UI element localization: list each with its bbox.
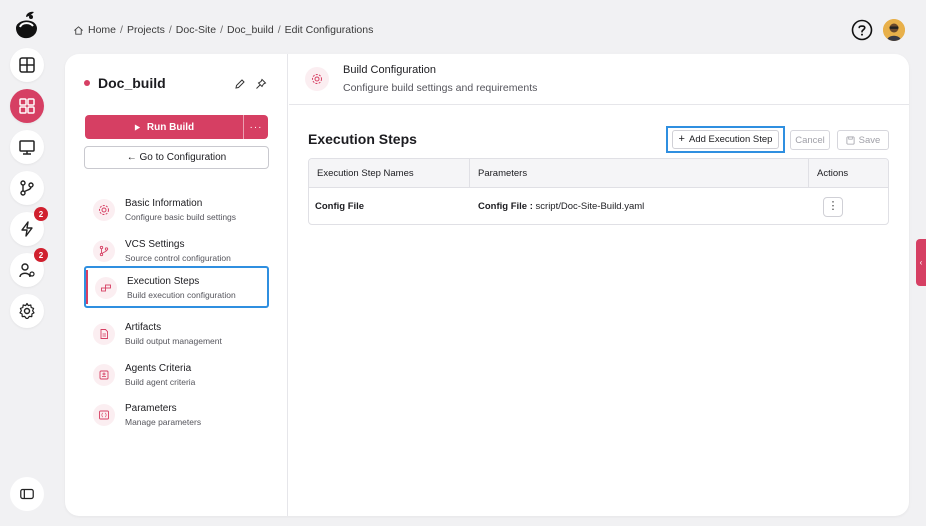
sidebar-item-title: Artifacts xyxy=(125,322,162,333)
breadcrumb-projects[interactable]: Projects xyxy=(127,24,165,36)
sidebar-item-title: Basic Information xyxy=(125,198,203,209)
breadcrumb-separator: / xyxy=(168,24,172,36)
row-actions-menu-icon[interactable]: ⋮ xyxy=(823,196,843,217)
page-header: Build Configuration Configure build sett… xyxy=(289,54,909,105)
left-rail: 2 2 xyxy=(0,0,54,526)
section-title: Execution Steps xyxy=(308,131,417,147)
document-icon xyxy=(93,323,115,345)
sidebar-item-subtitle: Source control configuration xyxy=(125,253,231,263)
breadcrumb-project[interactable]: Doc-Site xyxy=(176,24,216,36)
column-header-actions: Actions xyxy=(817,167,849,179)
save-icon xyxy=(846,135,855,145)
actions-cell: ⋮ xyxy=(809,188,888,224)
sidebar-item-basic-information[interactable]: Basic Information Configure basic build s… xyxy=(85,189,269,231)
configuration-card: Doc_build Run Build ··· ← Go to Configur… xyxy=(65,54,909,516)
cancel-button[interactable]: Cancel xyxy=(790,130,830,150)
breadcrumb: Home / Projects / Doc-Site / Doc_build /… xyxy=(73,24,373,36)
breadcrumb-home[interactable]: Home xyxy=(88,24,116,36)
user-settings-icon[interactable]: 2 xyxy=(10,248,48,287)
sidebar-item-subtitle: Build agent criteria xyxy=(125,377,196,387)
build-name: Doc_build xyxy=(98,75,166,91)
git-branch-icon xyxy=(93,240,115,262)
breadcrumb-separator: / xyxy=(277,24,281,36)
lightning-icon[interactable]: 2 xyxy=(10,207,48,246)
table-row: Config File Config File : script/Doc-Sit… xyxy=(309,188,888,224)
sidebar-item-subtitle: Build output management xyxy=(125,336,222,346)
breadcrumb-current: Edit Configurations xyxy=(284,24,374,36)
git-branch-icon[interactable] xyxy=(10,171,44,205)
gear-icon[interactable] xyxy=(10,294,44,328)
table-header: Execution Step Names Parameters Actions xyxy=(309,159,888,188)
add-execution-step-label: Add Execution Step xyxy=(688,134,773,145)
page-title: Build Configuration xyxy=(343,64,436,76)
page-subtitle: Configure build settings and requirement… xyxy=(343,82,538,94)
breadcrumb-separator: / xyxy=(120,24,123,36)
monitor-icon[interactable] xyxy=(10,130,44,164)
dashboard-icon[interactable] xyxy=(10,48,44,82)
save-button[interactable]: Save xyxy=(837,130,889,150)
sidebar-item-subtitle: Manage parameters xyxy=(125,417,202,427)
breadcrumb-build[interactable]: Doc_build xyxy=(227,24,274,36)
plus-icon: + xyxy=(678,133,685,145)
run-build-group: Run Build ··· xyxy=(85,115,268,139)
agent-icon xyxy=(93,364,115,386)
status-dot xyxy=(84,80,90,86)
column-header-step-names: Execution Step Names xyxy=(309,159,470,187)
configuration-sidebar: Doc_build Run Build ··· ← Go to Configur… xyxy=(65,54,288,516)
run-options-button[interactable]: ··· xyxy=(244,115,268,139)
sidebar-item-parameters[interactable]: Parameters Manage parameters xyxy=(85,394,269,436)
go-to-configuration-button[interactable]: ← Go to Configuration xyxy=(84,146,269,169)
projects-grid-icon[interactable] xyxy=(10,89,44,123)
avatar[interactable] xyxy=(883,19,905,41)
users-badge: 2 xyxy=(34,248,48,262)
play-icon xyxy=(134,123,141,131)
sidebar-item-subtitle: Configure basic build settings xyxy=(125,212,237,222)
sidebar-item-subtitle: Build execution configuration xyxy=(127,290,236,300)
breadcrumb-separator: / xyxy=(220,24,223,36)
sidebar-item-title: Execution Steps xyxy=(127,276,200,287)
help-icon[interactable] xyxy=(851,19,873,41)
sidebar-toggle-icon[interactable] xyxy=(10,477,44,511)
parameter-value: script/Doc-Site-Build.yaml xyxy=(535,201,645,212)
column-header-parameters: Parameters xyxy=(470,159,809,187)
parameters-cell: Config File : script/Doc-Site-Build.yaml xyxy=(470,188,809,224)
steps-icon xyxy=(95,277,117,299)
gear-icon xyxy=(93,199,115,221)
save-label: Save xyxy=(858,134,881,146)
run-build-button[interactable]: Run Build xyxy=(85,115,244,139)
braces-icon xyxy=(93,404,115,426)
sidebar-item-title: VCS Settings xyxy=(125,239,185,250)
parameter-key: Config File : xyxy=(478,201,533,212)
app-logo-icon[interactable] xyxy=(10,8,42,42)
sidebar-item-title: Agents Criteria xyxy=(125,363,192,374)
run-build-label: Run Build xyxy=(146,121,195,133)
chevron-left-icon[interactable]: ‹ xyxy=(916,239,926,286)
sidebar-item-title: Parameters xyxy=(125,403,177,414)
sidebar-item-artifacts[interactable]: Artifacts Build output management xyxy=(85,313,269,355)
sidebar-item-agents-criteria[interactable]: Agents Criteria Build agent criteria xyxy=(85,354,269,396)
edit-pencil-icon[interactable] xyxy=(234,77,246,89)
home-icon xyxy=(74,25,83,35)
step-name-cell: Config File xyxy=(315,201,365,212)
pin-icon[interactable] xyxy=(255,77,267,89)
gear-icon xyxy=(305,67,329,91)
sidebar-item-execution-steps[interactable]: Execution Steps Build execution configura… xyxy=(84,266,269,308)
execution-steps-table: Execution Step Names Parameters Actions … xyxy=(308,158,889,225)
build-title: Doc_build xyxy=(84,75,166,91)
add-execution-step-button[interactable]: + Add Execution Step xyxy=(666,126,785,153)
releases-badge: 2 xyxy=(34,207,48,221)
